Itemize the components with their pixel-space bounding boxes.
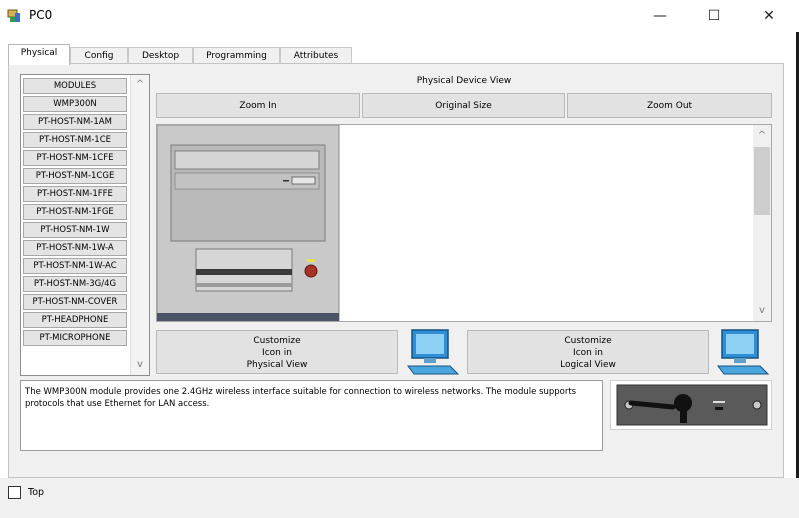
- module-item-pt-headphone[interactable]: PT-HEADPHONE: [23, 312, 127, 328]
- zoom-out-button[interactable]: Zoom Out: [567, 93, 772, 118]
- physical-device-view[interactable]: ^ v: [156, 124, 772, 322]
- maximize-button[interactable]: ☐: [691, 0, 737, 32]
- customize-logical-line1: Customize: [564, 336, 612, 346]
- computer-monitor-icon: [717, 329, 770, 375]
- module-item-pt-host-nm-1w[interactable]: PT-HOST-NM-1W: [23, 222, 127, 238]
- tab-attributes[interactable]: Attributes: [280, 47, 352, 63]
- module-list-scrollbar[interactable]: ^ v: [130, 75, 149, 375]
- module-image: [610, 380, 772, 430]
- module-item-pt-host-nm-1ffe[interactable]: PT-HOST-NM-1FFE: [23, 186, 127, 202]
- bottom-bar: [0, 478, 799, 518]
- title-bar: PC0 — ☐ ✕: [0, 0, 799, 32]
- module-list-scroll-down-icon[interactable]: v: [131, 357, 149, 373]
- tab-programming[interactable]: Programming: [193, 47, 280, 63]
- physical-device-view-label: Physical Device View: [416, 76, 512, 86]
- customize-logical-view-button[interactable]: Customize Icon in Logical View: [467, 330, 709, 374]
- module-list[interactable]: MODULES WMP300N PT-HOST-NM-1AM PT-HOST-N…: [20, 74, 150, 376]
- customize-physical-line1: Customize: [253, 336, 301, 346]
- customize-logical-line2: Icon in: [573, 348, 603, 358]
- physical-view-scroll-up-icon[interactable]: ^: [753, 128, 771, 144]
- tab-physical[interactable]: Physical: [8, 44, 70, 65]
- module-item-pt-host-nm-3g-4g[interactable]: PT-HOST-NM-3G/4G: [23, 276, 127, 292]
- pc-app-icon: [7, 9, 20, 22]
- top-checkbox-label: Top: [28, 487, 45, 498]
- module-item-pt-microphone[interactable]: PT-MICROPHONE: [23, 330, 127, 346]
- customize-physical-view-button[interactable]: Customize Icon in Physical View: [156, 330, 398, 374]
- module-list-header: MODULES: [23, 78, 127, 94]
- module-item-pt-host-nm-1w-a[interactable]: PT-HOST-NM-1W-A: [23, 240, 127, 256]
- customize-logical-line3: Logical View: [560, 360, 616, 370]
- zoom-in-button[interactable]: Zoom In: [156, 93, 360, 118]
- module-item-pt-host-nm-1fge[interactable]: PT-HOST-NM-1FGE: [23, 204, 127, 220]
- computer-monitor-icon: [407, 329, 460, 375]
- module-description: The WMP300N module provides one 2.4GHz w…: [20, 380, 603, 451]
- module-item-pt-host-nm-cover[interactable]: PT-HOST-NM-COVER: [23, 294, 127, 310]
- close-button[interactable]: ✕: [746, 0, 792, 32]
- minimize-button[interactable]: —: [637, 0, 683, 32]
- module-item-pt-host-nm-1cfe[interactable]: PT-HOST-NM-1CFE: [23, 150, 127, 166]
- physical-view-scrollbar[interactable]: ^ v: [753, 125, 771, 321]
- tab-desktop[interactable]: Desktop: [128, 47, 193, 63]
- customize-physical-line3: Physical View: [246, 360, 308, 370]
- module-item-pt-host-nm-1w-ac[interactable]: PT-HOST-NM-1W-AC: [23, 258, 127, 274]
- module-list-scroll-up-icon[interactable]: ^: [131, 77, 149, 93]
- window-title: PC0: [29, 8, 53, 22]
- module-item-pt-host-nm-1cge[interactable]: PT-HOST-NM-1CGE: [23, 168, 127, 184]
- wireless-module-icon: [616, 384, 768, 426]
- physical-view-scroll-down-icon[interactable]: v: [753, 303, 771, 319]
- tab-config[interactable]: Config: [70, 47, 128, 63]
- module-item-pt-host-nm-1ce[interactable]: PT-HOST-NM-1CE: [23, 132, 127, 148]
- module-item-pt-host-nm-1am[interactable]: PT-HOST-NM-1AM: [23, 114, 127, 130]
- customize-physical-line2: Icon in: [262, 348, 292, 358]
- top-checkbox[interactable]: [8, 486, 21, 499]
- original-size-button[interactable]: Original Size: [362, 93, 565, 118]
- physical-view-scroll-thumb[interactable]: [754, 147, 770, 215]
- pc-tower-icon: [157, 125, 340, 321]
- module-item-wmp300n[interactable]: WMP300N: [23, 96, 127, 112]
